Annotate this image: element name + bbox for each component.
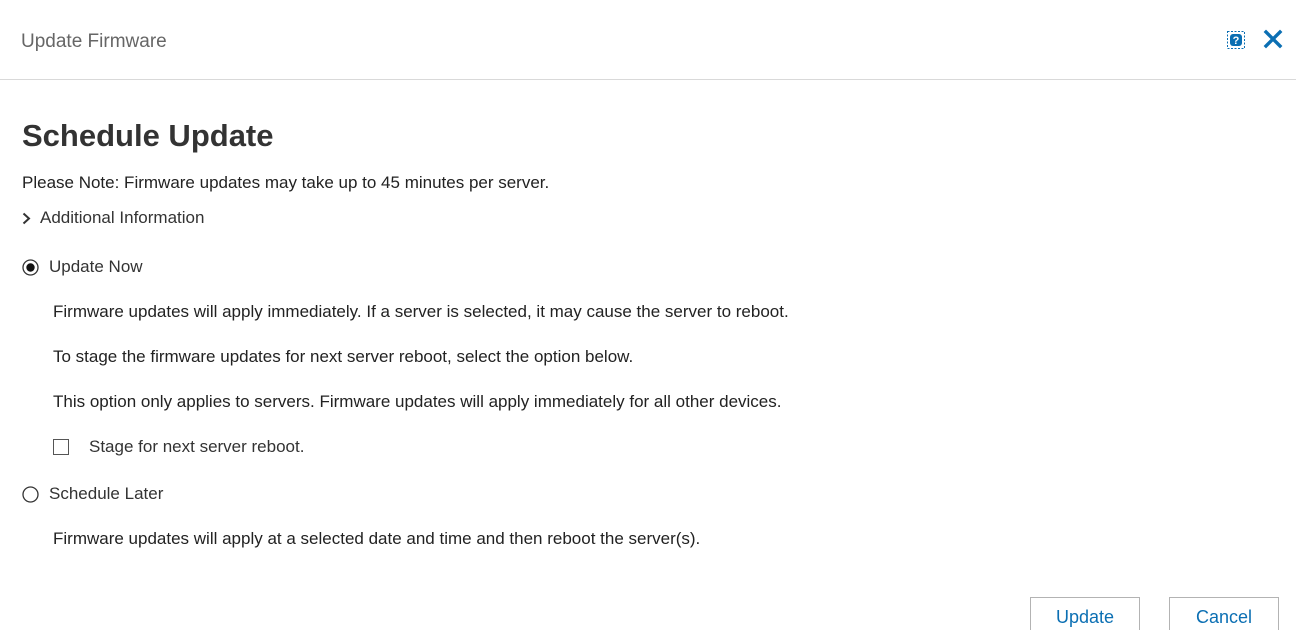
- cancel-button[interactable]: Cancel: [1169, 597, 1279, 630]
- schedule-later-radio[interactable]: Schedule Later: [22, 484, 163, 504]
- close-icon[interactable]: [1263, 29, 1283, 49]
- update-now-label: Update Now: [49, 257, 143, 276]
- dialog-title: Update Firmware: [21, 31, 167, 52]
- additional-info-label: Additional Information: [40, 208, 205, 227]
- dialog-header: Update Firmware ?: [0, 0, 1296, 80]
- checkbox-box[interactable]: [53, 439, 69, 455]
- note-text: Please Note: Firmware updates may take u…: [22, 173, 550, 192]
- update-now-radio[interactable]: Update Now: [22, 257, 143, 277]
- stage-reboot-label: Stage for next server reboot.: [89, 437, 305, 456]
- svg-text:?: ?: [1233, 35, 1240, 47]
- schedule-later-label: Schedule Later: [49, 484, 164, 503]
- radio-unselected-icon: [22, 485, 39, 503]
- stage-reboot-checkbox[interactable]: Stage for next server reboot.: [53, 437, 304, 457]
- chevron-right-icon: [22, 212, 31, 224]
- schedule-later-description: Firmware updates will apply at a selecte…: [53, 529, 701, 548]
- update-button[interactable]: Update: [1030, 597, 1140, 630]
- update-now-description-1: Firmware updates will apply immediately.…: [53, 302, 789, 321]
- radio-selected-icon: [22, 258, 39, 276]
- page-title: Schedule Update: [22, 118, 274, 153]
- help-icon[interactable]: ?: [1227, 31, 1245, 49]
- update-now-description-3: This option only applies to servers. Fir…: [53, 392, 782, 411]
- update-now-description-2: To stage the firmware updates for next s…: [53, 347, 634, 366]
- additional-info-toggle[interactable]: Additional Information: [22, 208, 204, 228]
